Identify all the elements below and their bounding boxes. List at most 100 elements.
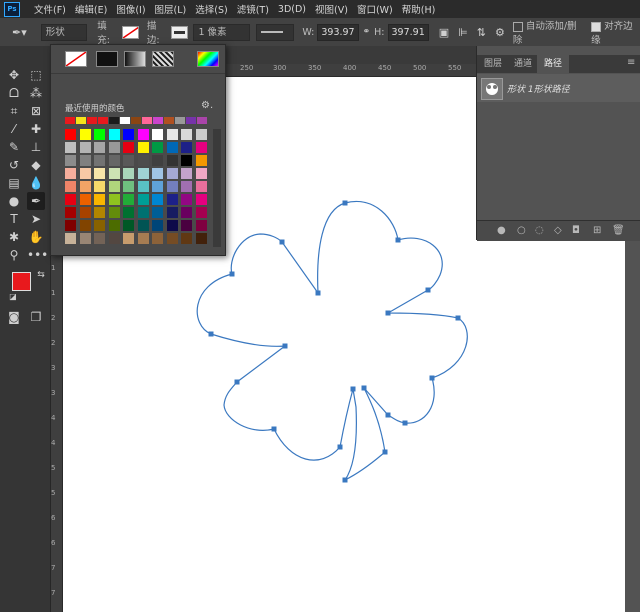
color-swatch[interactable]	[123, 129, 134, 140]
color-swatch[interactable]	[195, 168, 207, 179]
swatch-settings-gear-icon[interactable]: ⚙.	[201, 100, 213, 111]
move-tool-icon[interactable]: ✥	[5, 66, 23, 84]
shape-tool-icon[interactable]: ✱	[5, 228, 23, 246]
marquee-tool-icon[interactable]: ⬚	[27, 66, 45, 84]
color-swatch[interactable]	[79, 181, 91, 192]
color-swatch[interactable]	[137, 220, 149, 231]
color-swatch[interactable]	[123, 207, 134, 218]
magic-wand-tool-icon[interactable]: ⁂	[27, 84, 45, 102]
anchor-points[interactable]	[208, 200, 461, 483]
tab-paths[interactable]: 路径	[537, 55, 570, 73]
recent-color-swatch[interactable]	[76, 117, 86, 124]
color-swatch[interactable]	[94, 181, 105, 192]
anchor-point[interactable]	[382, 449, 388, 455]
clone-stamp-tool-icon[interactable]: ⊥	[27, 138, 45, 156]
color-swatch[interactable]	[181, 155, 192, 166]
zoom-tool-icon[interactable]: ⚲	[5, 246, 23, 264]
fill-path-icon[interactable]: ●	[497, 225, 506, 236]
anchor-point[interactable]	[337, 444, 343, 450]
color-swatch[interactable]	[123, 142, 134, 153]
color-swatch[interactable]	[123, 181, 134, 192]
gradient-button[interactable]	[124, 51, 146, 67]
color-swatch[interactable]	[123, 155, 134, 166]
crop-tool-icon[interactable]: ⌗	[5, 102, 23, 120]
color-swatch[interactable]	[94, 129, 105, 140]
tab-layers[interactable]: 图层	[477, 55, 509, 73]
color-swatch[interactable]	[152, 181, 163, 192]
color-swatch[interactable]	[79, 142, 91, 153]
swatch-scrollbar[interactable]	[213, 129, 221, 247]
color-swatch[interactable]	[94, 168, 105, 179]
anchor-point[interactable]	[342, 200, 348, 206]
new-path-icon[interactable]: ⊞	[593, 225, 601, 236]
frame-tool-icon[interactable]: ⊠	[27, 102, 45, 120]
default-colors-icon[interactable]: ◪	[4, 288, 22, 306]
color-swatch[interactable]	[94, 155, 105, 166]
solid-color-button[interactable]	[96, 51, 118, 67]
no-color-button[interactable]	[65, 51, 87, 67]
color-swatch[interactable]	[65, 233, 76, 244]
anchor-point[interactable]	[208, 331, 214, 337]
color-swatch[interactable]	[123, 194, 134, 205]
color-swatch[interactable]	[79, 129, 91, 140]
color-swatch[interactable]	[166, 220, 178, 231]
color-swatch[interactable]	[166, 207, 178, 218]
color-swatch[interactable]	[65, 181, 76, 192]
lasso-tool-icon[interactable]: ᗝ	[5, 84, 23, 102]
color-swatch[interactable]	[108, 155, 120, 166]
color-swatch[interactable]	[94, 194, 105, 205]
color-swatch[interactable]	[152, 142, 163, 153]
color-swatch[interactable]	[79, 155, 91, 166]
recent-color-swatch[interactable]	[98, 117, 108, 124]
color-swatch[interactable]	[181, 129, 192, 140]
color-swatch[interactable]	[108, 233, 120, 244]
color-swatch[interactable]	[65, 168, 76, 179]
recent-color-swatch[interactable]	[109, 117, 119, 124]
recent-color-swatch[interactable]	[164, 117, 174, 124]
make-work-path-icon[interactable]: ◇	[554, 225, 562, 236]
color-swatch[interactable]	[195, 142, 207, 153]
color-swatch[interactable]	[152, 233, 163, 244]
color-swatch[interactable]	[195, 194, 207, 205]
anchor-point[interactable]	[350, 386, 356, 392]
color-swatch[interactable]	[94, 207, 105, 218]
color-swatch[interactable]	[166, 129, 178, 140]
color-swatch[interactable]	[65, 220, 76, 231]
color-swatch[interactable]	[108, 181, 120, 192]
color-swatch[interactable]	[166, 181, 178, 192]
healing-brush-tool-icon[interactable]: ✚	[27, 120, 45, 138]
color-swatch[interactable]	[123, 168, 134, 179]
recent-color-swatch[interactable]	[65, 117, 75, 124]
anchor-point[interactable]	[385, 310, 391, 316]
color-swatch[interactable]	[195, 207, 207, 218]
brush-tool-icon[interactable]: ✎	[5, 138, 23, 156]
color-swatch[interactable]	[79, 207, 91, 218]
recent-color-swatch[interactable]	[142, 117, 152, 124]
recent-color-swatch[interactable]	[131, 117, 141, 124]
anchor-point[interactable]	[271, 426, 277, 432]
color-swatch[interactable]	[137, 233, 149, 244]
color-swatch[interactable]	[65, 155, 76, 166]
dodge-tool-icon[interactable]: ●	[5, 192, 23, 210]
path-list-item[interactable]: 形状 1形状路径	[477, 74, 640, 102]
history-brush-tool-icon[interactable]: ↺	[5, 156, 23, 174]
color-swatch[interactable]	[108, 168, 120, 179]
color-swatch[interactable]	[137, 129, 149, 140]
color-swatch[interactable]	[79, 233, 91, 244]
blur-tool-icon[interactable]: 💧	[27, 174, 45, 192]
recent-color-swatch[interactable]	[186, 117, 196, 124]
more-tools-icon[interactable]: •••	[27, 246, 48, 264]
path-selection-tool-icon[interactable]: ➤	[27, 210, 45, 228]
anchor-point[interactable]	[455, 315, 461, 321]
color-swatch[interactable]	[65, 207, 76, 218]
hand-tool-icon[interactable]: ✋	[27, 228, 45, 246]
color-swatch[interactable]	[152, 168, 163, 179]
color-swatch[interactable]	[94, 142, 105, 153]
anchor-point[interactable]	[282, 343, 288, 349]
color-swatch[interactable]	[108, 194, 120, 205]
color-swatch[interactable]	[79, 220, 91, 231]
clover-outline[interactable]	[196, 200, 468, 481]
color-swatch[interactable]	[195, 129, 207, 140]
color-swatch[interactable]	[79, 194, 91, 205]
panel-menu-icon[interactable]: ≡	[627, 57, 635, 68]
